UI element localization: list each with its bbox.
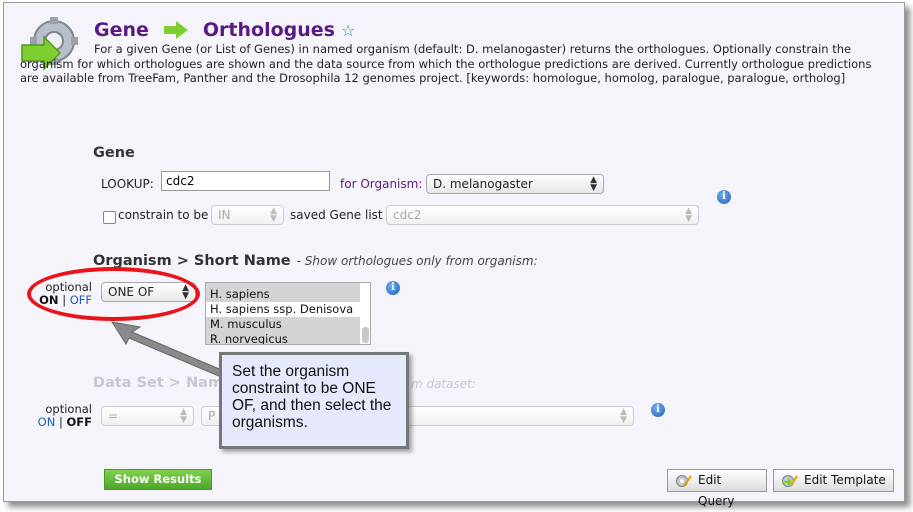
organism-select-value: D. melanogaster [433, 177, 533, 191]
dataset-operator-select[interactable]: = ▲ ▼ [101, 406, 194, 426]
dataset-section-subtitle: m dataset: [411, 377, 476, 391]
title-source-type: Gene [94, 19, 149, 41]
constrain-checkbox[interactable] [103, 211, 116, 224]
arrow-right-icon [163, 21, 188, 39]
saved-list-select[interactable]: cdc2 ▲ ▼ [386, 205, 699, 225]
constrain-label: constrain to be [118, 208, 209, 222]
constrain-operator-select[interactable]: IN ▲ ▼ [211, 205, 284, 225]
dataset-section-title: Data Set > Nam [93, 375, 224, 391]
highlight-ellipse [27, 267, 200, 321]
info-icon[interactable]: i [651, 403, 665, 417]
edit-template-label: Edit Template [804, 473, 886, 487]
list-item[interactable]: H. sapiens ssp. Denisova [206, 302, 360, 317]
info-icon[interactable]: i [717, 190, 731, 204]
favourite-star-icon[interactable]: ☆ [341, 21, 355, 40]
select-arrows-icon: ▲ ▼ [685, 206, 692, 224]
show-results-button[interactable]: Show Results [104, 469, 212, 490]
list-item[interactable]: M. musculus [206, 317, 360, 332]
list-item[interactable]: H. sapiens [206, 287, 360, 302]
for-organism-label: for Organism: [340, 177, 423, 191]
select-arrows-icon: ▲ ▼ [590, 175, 597, 193]
dataset-operator-value: = [108, 409, 119, 423]
gene-section-title: Gene [93, 145, 135, 161]
organism-section-title: Organism > Short Name - Show orthologues … [93, 253, 538, 269]
template-panel: Gene Orthologues ☆ For a given Gene (or … [3, 2, 905, 508]
toggle-on[interactable]: ON [38, 415, 56, 429]
dataset-value: P [208, 409, 216, 423]
organism-select[interactable]: D. melanogaster ▲ ▼ [426, 174, 604, 194]
title-target-type: Orthologues [202, 19, 335, 41]
info-icon[interactable]: i [386, 281, 400, 295]
edit-query-button[interactable]: Edit Query [667, 469, 767, 508]
tutorial-callout: Set the organism constraint to be ONE OF… [219, 352, 409, 449]
saved-list-value: cdc2 [393, 208, 422, 222]
organism-section-subtitle: - Show orthologues only from organism: [296, 254, 538, 268]
listbox-scrollbar[interactable] [362, 327, 369, 343]
select-arrows-icon: ▲ ▼ [270, 206, 277, 224]
list-item[interactable]: R. norvegicus [206, 332, 360, 344]
edit-template-button[interactable]: Edit Template [773, 469, 894, 492]
organism-listbox[interactable]: H. sapiens H. sapiens ssp. Denisova M. m… [205, 282, 371, 345]
lookup-label: LOOKUP: [101, 177, 154, 191]
toggle-separator: | [58, 415, 63, 429]
template-description: For a given Gene (or List of Genes) in n… [20, 42, 872, 85]
constrain-operator-value: IN [218, 208, 231, 222]
select-arrows-icon: ▲ ▼ [180, 407, 187, 425]
edit-query-label: Edit Query [698, 473, 735, 508]
saved-list-label: saved Gene list [290, 208, 383, 222]
dataset-optional-toggle: optional ON | OFF [37, 403, 92, 429]
toggle-off[interactable]: OFF [67, 415, 93, 429]
page-title: Gene Orthologues ☆ [94, 17, 355, 43]
edit-query-icon [676, 475, 692, 487]
select-arrows-icon: ▲ ▼ [620, 407, 627, 425]
edit-template-icon [782, 475, 798, 487]
lookup-input[interactable] [161, 171, 330, 191]
